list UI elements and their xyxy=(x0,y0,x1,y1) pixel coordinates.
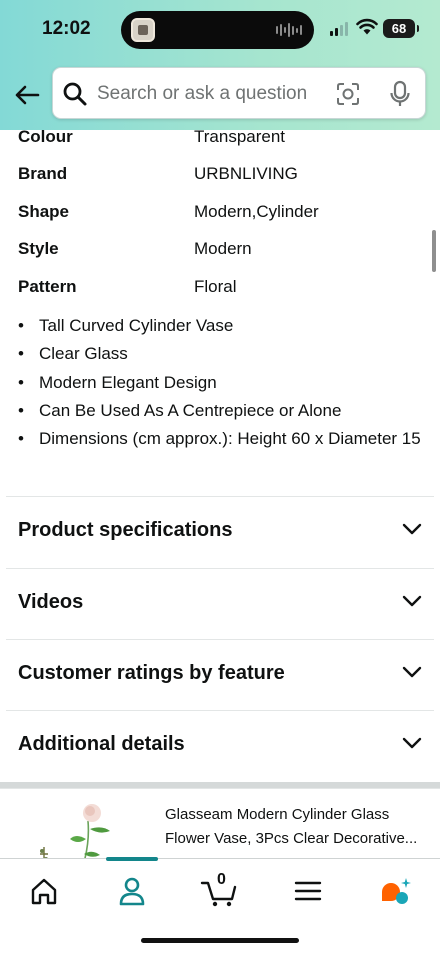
spec-key: Brand xyxy=(18,164,68,184)
rufus-icon[interactable] xyxy=(374,874,418,908)
product-card-body: Glasseam Modern Cylinder Glass Flower Va… xyxy=(0,788,440,858)
spec-row: Brand URBNLIVING xyxy=(18,156,422,194)
chevron-down-icon xyxy=(402,666,422,678)
list-item: • Dimensions (cm approx.): Height 60 x Di… xyxy=(18,425,422,452)
spec-value: Floral xyxy=(194,276,237,296)
spec-value: Modern,Cylinder xyxy=(194,201,319,221)
cart-count: 0 xyxy=(217,871,226,888)
bullet-text: Can Be Used As A Centrepiece or Alone xyxy=(39,400,342,420)
cellular-signal-icon xyxy=(330,22,348,36)
spec-row: Pattern Floral xyxy=(18,268,422,306)
bullet-dot-icon: • xyxy=(18,372,24,392)
spec-value: Modern xyxy=(194,239,252,259)
spec-table: Colour Transparent Brand URBNLIVING Shap… xyxy=(18,130,422,306)
sticky-product-card[interactable]: Glasseam Modern Cylinder Glass Flower Va… xyxy=(0,788,440,858)
section-title: Customer ratings by feature xyxy=(18,662,285,684)
back-arrow-icon[interactable] xyxy=(12,80,42,110)
spec-key: Colour xyxy=(18,130,73,146)
bullet-dot-icon: • xyxy=(18,316,24,335)
bullet-text: Modern Elegant Design xyxy=(39,372,217,392)
bottom-tab-bar: 0 xyxy=(0,857,440,953)
feature-bullets: • Tall Curved Cylinder Vase • Clear Glass … xyxy=(18,312,422,453)
bullet-text: Tall Curved Cylinder Vase xyxy=(39,316,234,335)
audio-wave-icon xyxy=(276,23,302,37)
search-placeholder: Search or ask a question xyxy=(97,83,308,104)
status-time: 12:02 xyxy=(42,18,91,39)
active-tab-indicator xyxy=(106,857,158,861)
scrollbar[interactable] xyxy=(432,230,436,272)
section-title: Additional details xyxy=(18,733,185,755)
spec-row: Shape Modern,Cylinder xyxy=(18,193,422,231)
product-title-line[interactable]: Flower Vase, 3Pcs Clear Decorative... xyxy=(165,830,417,847)
dynamic-island xyxy=(121,11,314,49)
section-videos[interactable]: Videos xyxy=(0,569,440,640)
product-title-line[interactable]: Glasseam Modern Cylinder Glass xyxy=(165,806,389,823)
bullet-text: Dimensions (cm approx.): Height 60 x Dia… xyxy=(39,429,421,449)
search-icon xyxy=(63,82,87,106)
list-item: • Clear Glass xyxy=(18,340,422,367)
bullet-dot-icon: • xyxy=(18,400,24,420)
chevron-down-icon xyxy=(402,595,422,607)
spec-row: Style Modern xyxy=(18,231,422,269)
list-item: • Modern Elegant Design xyxy=(18,369,422,396)
header: 12:02 68 Search or ask a question xyxy=(0,0,440,130)
home-indicator xyxy=(141,938,299,943)
section-product-specifications[interactable]: Product specifications xyxy=(0,497,440,568)
section-title: Videos xyxy=(18,591,84,613)
bullet-dot-icon: • xyxy=(18,429,24,449)
home-icon[interactable] xyxy=(22,874,66,908)
spec-key: Style xyxy=(18,239,59,259)
bullet-dot-icon: • xyxy=(18,344,24,364)
menu-icon[interactable] xyxy=(286,874,330,908)
account-icon[interactable] xyxy=(110,874,154,908)
bullet-text: Clear Glass xyxy=(39,344,128,364)
list-item: • Tall Curved Cylinder Vase xyxy=(18,312,422,339)
now-playing-thumbnail-icon xyxy=(131,18,155,42)
list-item: • Can Be Used As A Centrepiece or Alone xyxy=(18,397,422,424)
battery-indicator: 68 xyxy=(383,19,419,38)
section-customer-ratings[interactable]: Customer ratings by feature xyxy=(0,640,440,711)
section-title: Product specifications xyxy=(18,519,233,541)
search-input[interactable]: Search or ask a question xyxy=(52,67,426,119)
camera-lens-icon[interactable] xyxy=(336,82,360,106)
section-additional-details[interactable]: Additional details xyxy=(0,711,440,782)
microphone-icon[interactable] xyxy=(389,80,411,108)
chevron-down-icon xyxy=(402,523,422,535)
spec-row: Colour Transparent xyxy=(18,130,422,156)
wifi-icon xyxy=(356,18,378,35)
spec-key: Pattern xyxy=(18,276,77,296)
product-details-content[interactable]: Colour Transparent Brand URBNLIVING Shap… xyxy=(0,130,440,858)
chevron-down-icon xyxy=(402,737,422,749)
spec-key: Shape xyxy=(18,201,70,221)
spec-value: URBNLIVING xyxy=(194,164,298,184)
spec-value: Transparent xyxy=(194,130,286,146)
product-thumbnail[interactable] xyxy=(30,799,130,858)
cart-button[interactable]: 0 xyxy=(198,871,242,908)
